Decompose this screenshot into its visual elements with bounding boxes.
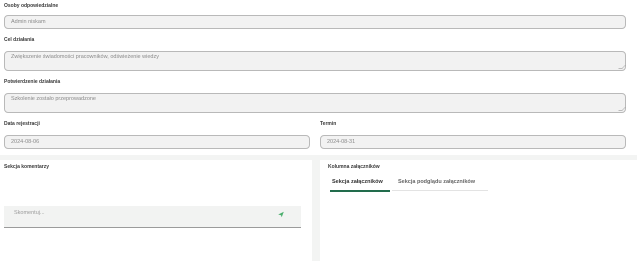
goal-label: Cel działania — [4, 37, 35, 43]
registration-date-label: Data rejestracji — [4, 121, 40, 127]
confirmation-text: Szkolenie zostało przeprowadzone — [11, 96, 96, 102]
active-tab-indicator — [330, 190, 390, 192]
registration-date-field[interactable]: 2024-08-06 — [4, 135, 310, 149]
comments-title: Sekcja komentarzy — [4, 164, 50, 170]
resize-handle-icon[interactable] — [618, 107, 626, 111]
send-icon[interactable] — [277, 211, 285, 218]
responsible-label: Osoby odpowiedzialne — [4, 3, 59, 9]
goal-text: Zwiększenie świadomości pracowników, odś… — [11, 54, 159, 60]
responsible-field[interactable]: Admin niskam — [4, 15, 626, 29]
comment-placeholder: Skomentuj... — [14, 210, 45, 216]
confirmation-textarea[interactable]: Szkolenie zostało przeprowadzone — [4, 93, 626, 113]
resize-handle-icon[interactable] — [618, 65, 626, 69]
confirmation-label: Potwierdzenie działania — [4, 79, 61, 85]
deadline-label: Termin — [320, 121, 337, 127]
tab-underline — [392, 190, 488, 191]
deadline-field[interactable]: 2024-08-31 — [320, 135, 626, 149]
attachments-title: Kolumna załączników — [328, 164, 380, 170]
column-divider — [312, 155, 320, 261]
tab-attachments[interactable]: Sekcja załączników — [332, 179, 383, 185]
tab-attachments-preview[interactable]: Sekcja podglądu załączników — [398, 179, 475, 185]
comment-input[interactable]: Skomentuj... — [4, 206, 301, 228]
goal-textarea[interactable]: Zwiększenie świadomości pracowników, odś… — [4, 51, 626, 71]
